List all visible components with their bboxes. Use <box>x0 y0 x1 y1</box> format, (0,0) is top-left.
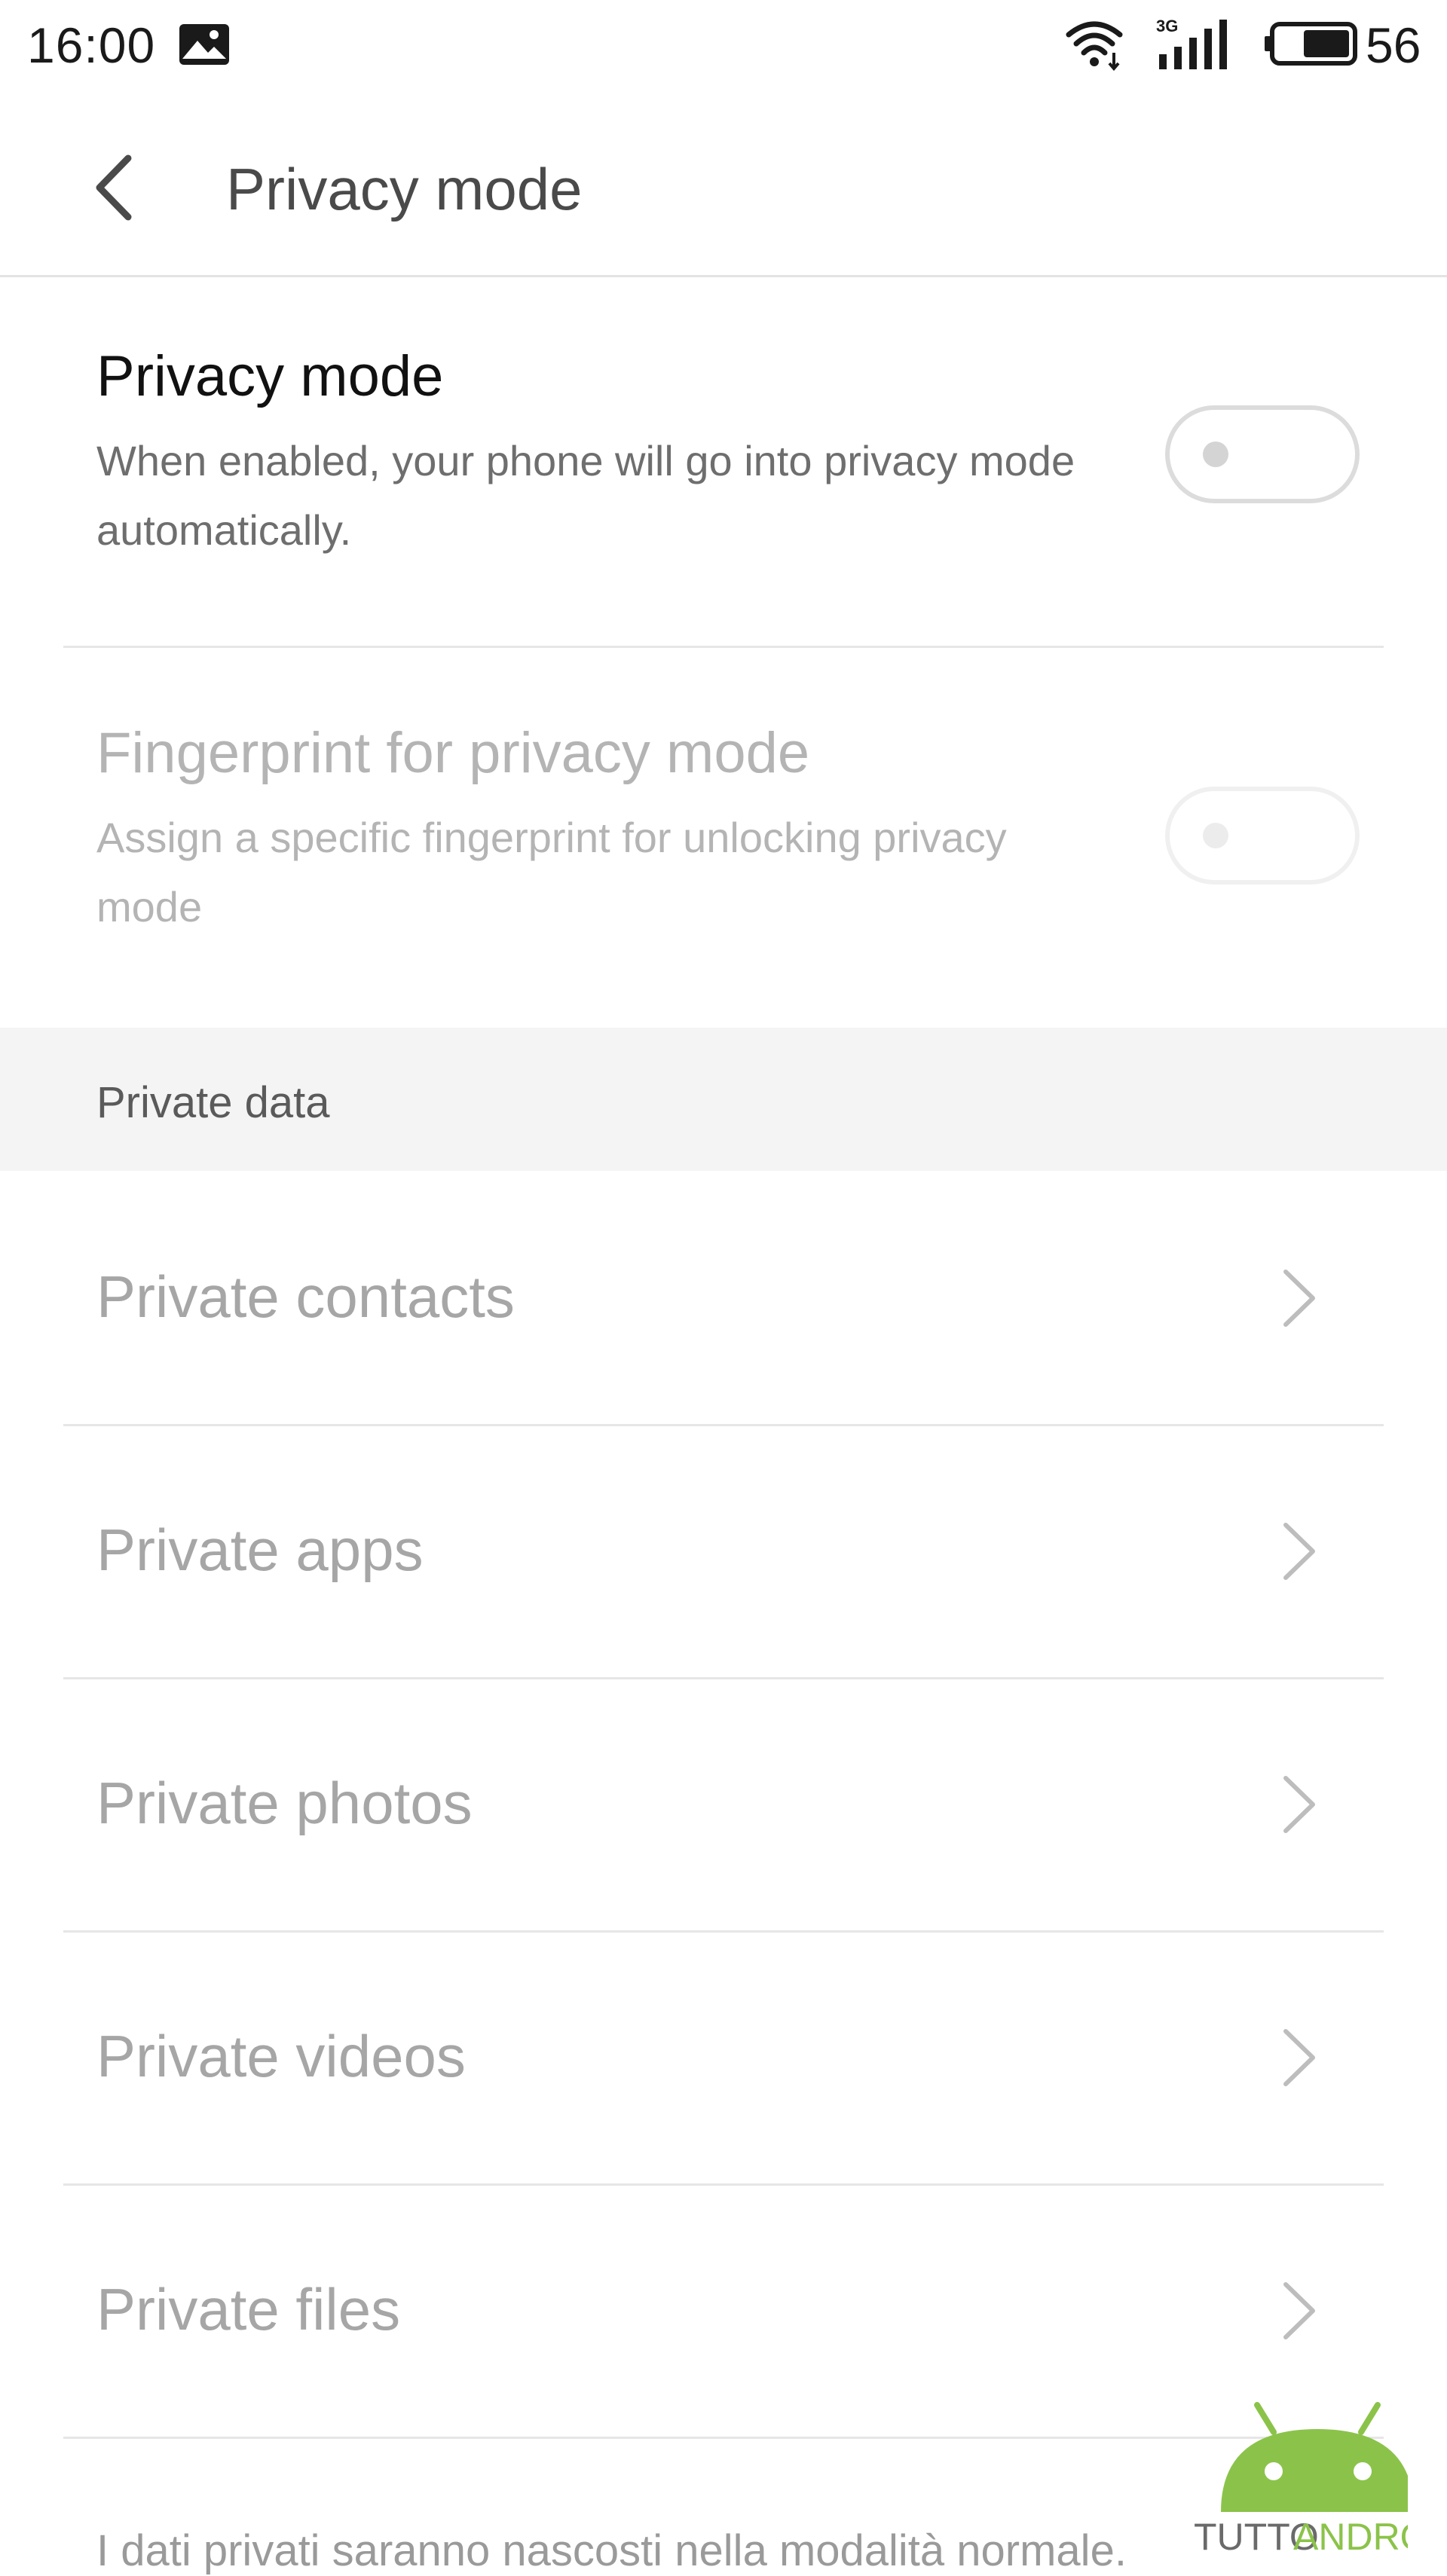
chevron-right-icon <box>1283 1270 1315 1327</box>
private-apps-item[interactable]: Private apps <box>0 1424 1447 1677</box>
section-title: Private data <box>96 1078 330 1127</box>
chevron-right-icon <box>1283 2029 1315 2086</box>
network-type-label: 3G <box>1156 17 1178 35</box>
fingerprint-privacy-title: Fingerprint for privacy mode <box>96 721 810 785</box>
image-icon <box>179 24 229 65</box>
page-title: Privacy mode <box>226 156 583 222</box>
fingerprint-privacy-toggle[interactable] <box>1165 787 1360 885</box>
divider <box>63 2437 1384 2439</box>
back-arrow-icon[interactable] <box>75 146 158 229</box>
battery-icon <box>1265 22 1357 66</box>
footer-note: I dati privati saranno nascosti nella mo… <box>96 2526 1127 2575</box>
nav-label: Private videos <box>96 2023 466 2089</box>
privacy-mode-toggle[interactable] <box>1165 405 1360 503</box>
privacy-mode-title: Privacy mode <box>96 344 444 408</box>
toggle-knob <box>1203 442 1228 467</box>
tuttoandroid-watermark-logo: TUTTO ANDROID <box>1194 2402 1408 2557</box>
chevron-right-icon <box>1283 1776 1315 1833</box>
nav-label: Private files <box>96 2276 401 2342</box>
fingerprint-privacy-row[interactable]: Fingerprint for privacy mode Assign a sp… <box>0 648 1447 1028</box>
private-contacts-item[interactable]: Private contacts <box>0 1171 1447 1424</box>
section-header-private-data: Private data <box>0 1028 1447 1171</box>
fingerprint-privacy-description: Assign a specific fingerprint for unlock… <box>96 814 1007 930</box>
battery-percent: 56 <box>1366 17 1421 73</box>
status-bar: 16:00 3G 56 <box>0 0 1447 89</box>
nav-label: Private apps <box>96 1517 424 1583</box>
signal-icon: 3G <box>1156 17 1227 69</box>
app-header: Privacy mode <box>0 89 1447 277</box>
privacy-mode-description: When enabled, your phone will go into pr… <box>96 437 1075 554</box>
private-photos-item[interactable]: Private photos <box>0 1677 1447 1930</box>
chevron-right-icon <box>1283 1523 1315 1580</box>
privacy-mode-row[interactable]: Privacy mode When enabled, your phone wi… <box>0 277 1447 648</box>
nav-label: Private photos <box>96 1770 473 1836</box>
chevron-right-icon <box>1283 2282 1315 2339</box>
private-videos-item[interactable]: Private videos <box>0 1930 1447 2183</box>
toggle-knob <box>1203 823 1228 848</box>
wifi-icon <box>1066 21 1123 71</box>
status-time: 16:00 <box>27 17 156 73</box>
nav-label: Private contacts <box>96 1264 515 1330</box>
watermark-text-accent: ANDROID <box>1293 2516 1408 2557</box>
